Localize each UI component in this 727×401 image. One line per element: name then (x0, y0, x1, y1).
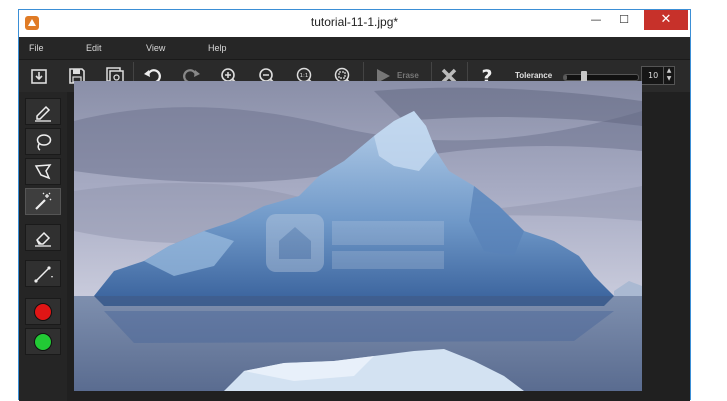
green-marker-tool[interactable] (25, 328, 61, 355)
lasso-tool[interactable] (25, 128, 61, 155)
menu-file[interactable]: File (29, 43, 44, 53)
magic-wand-icon (35, 192, 52, 210)
menu-view[interactable]: View (146, 43, 165, 53)
erase-label: Erase (397, 71, 419, 80)
minimize-button[interactable]: — (582, 10, 610, 30)
open-icon (31, 69, 47, 84)
close-button[interactable]: ✕ (644, 10, 688, 30)
red-marker-tool[interactable] (25, 298, 61, 325)
eraser-tool[interactable] (25, 224, 61, 251)
tolerance-value: 10 (648, 71, 659, 80)
open-button[interactable] (27, 64, 51, 88)
tolerance-spinbox[interactable]: 10 ▲ ▼ (641, 66, 675, 85)
spin-arrows[interactable]: ▲ ▼ (663, 67, 674, 84)
red-marker (34, 302, 52, 321)
tool-panel (19, 92, 67, 401)
tolerance-label: Tolerance (515, 71, 553, 80)
menu-bar: File Edit View Help (19, 37, 690, 59)
magic-wand-tool[interactable] (25, 188, 61, 215)
tolerance-slider[interactable] (563, 71, 639, 83)
polygon-lasso-tool[interactable] (25, 158, 61, 185)
maximize-button[interactable]: ☐ (610, 10, 638, 30)
svg-text:1:1: 1:1 (300, 73, 309, 79)
eraser-icon (35, 231, 51, 247)
watermark-logo (266, 214, 444, 272)
tolerance-slider-fill (564, 75, 567, 80)
lasso-icon (36, 133, 52, 151)
pencil-tool[interactable] (25, 98, 61, 125)
menu-edit[interactable]: Edit (86, 43, 102, 53)
green-marker (34, 332, 52, 351)
menu-help[interactable]: Help (208, 43, 227, 53)
image-canvas[interactable] (74, 81, 642, 391)
line-tool[interactable] (25, 260, 61, 287)
pencil-icon (35, 105, 51, 122)
line-icon (34, 265, 53, 283)
iceberg-photo (74, 81, 642, 391)
title-bar: tutorial-11-1.jpg* — ☐ ✕ (19, 10, 690, 37)
polygon-lasso-icon (34, 163, 52, 179)
